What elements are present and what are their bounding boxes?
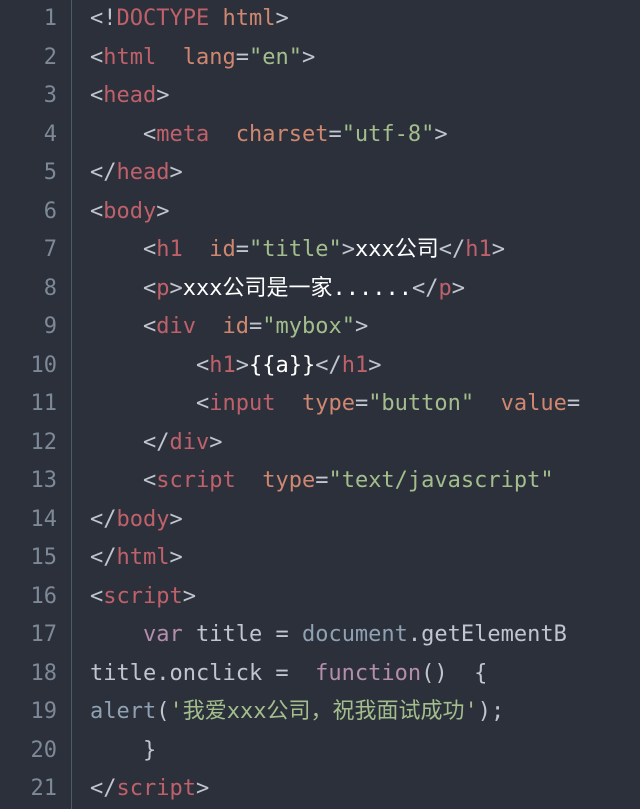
code-line[interactable]: <script type="text/javascript" bbox=[90, 462, 640, 501]
code-line[interactable]: <h1>{{a}}</h1> bbox=[90, 347, 640, 386]
code-line[interactable]: <h1 id="title">xxx公司</h1> bbox=[90, 231, 640, 270]
line-number: 17 bbox=[0, 616, 71, 655]
line-number: 12 bbox=[0, 424, 71, 463]
code-line[interactable]: alert('我爱xxx公司，祝我面试成功'); bbox=[90, 693, 640, 732]
line-number: 20 bbox=[0, 732, 71, 771]
line-number: 3 bbox=[0, 77, 71, 116]
code-line[interactable]: <p>xxx公司是一家......</p> bbox=[90, 270, 640, 309]
code-line[interactable]: <html lang="en"> bbox=[90, 39, 640, 78]
code-editor: 123456789101112131415161718192021 <!DOCT… bbox=[0, 0, 640, 809]
code-area[interactable]: <!DOCTYPE html><html lang="en"><head> <m… bbox=[72, 0, 640, 809]
line-number: 10 bbox=[0, 347, 71, 386]
code-line[interactable]: <body> bbox=[90, 193, 640, 232]
line-number: 5 bbox=[0, 154, 71, 193]
line-number: 9 bbox=[0, 308, 71, 347]
code-line[interactable]: <meta charset="utf-8"> bbox=[90, 116, 640, 155]
line-number: 1 bbox=[0, 0, 71, 39]
line-number: 21 bbox=[0, 770, 71, 809]
code-line[interactable]: <head> bbox=[90, 77, 640, 116]
line-number: 4 bbox=[0, 116, 71, 155]
line-number-gutter: 123456789101112131415161718192021 bbox=[0, 0, 72, 809]
line-number: 13 bbox=[0, 462, 71, 501]
code-line[interactable]: </body> bbox=[90, 501, 640, 540]
code-line[interactable]: var title = document.getElementB bbox=[90, 616, 640, 655]
code-line[interactable]: } bbox=[90, 732, 640, 771]
line-number: 2 bbox=[0, 39, 71, 78]
line-number: 18 bbox=[0, 655, 71, 694]
code-line[interactable]: <input type="button" value= bbox=[90, 385, 640, 424]
line-number: 11 bbox=[0, 385, 71, 424]
line-number: 7 bbox=[0, 231, 71, 270]
code-line[interactable]: <!DOCTYPE html> bbox=[90, 0, 640, 39]
code-line[interactable]: <script> bbox=[90, 578, 640, 617]
line-number: 19 bbox=[0, 693, 71, 732]
line-number: 6 bbox=[0, 193, 71, 232]
code-line[interactable]: <div id="mybox"> bbox=[90, 308, 640, 347]
code-line[interactable]: title.onclick = function() { bbox=[90, 655, 640, 694]
code-line[interactable]: </html> bbox=[90, 539, 640, 578]
line-number: 16 bbox=[0, 578, 71, 617]
line-number: 14 bbox=[0, 501, 71, 540]
line-number: 8 bbox=[0, 270, 71, 309]
line-number: 15 bbox=[0, 539, 71, 578]
code-line[interactable]: </script> bbox=[90, 770, 640, 809]
code-line[interactable]: </head> bbox=[90, 154, 640, 193]
code-line[interactable]: </div> bbox=[90, 424, 640, 463]
